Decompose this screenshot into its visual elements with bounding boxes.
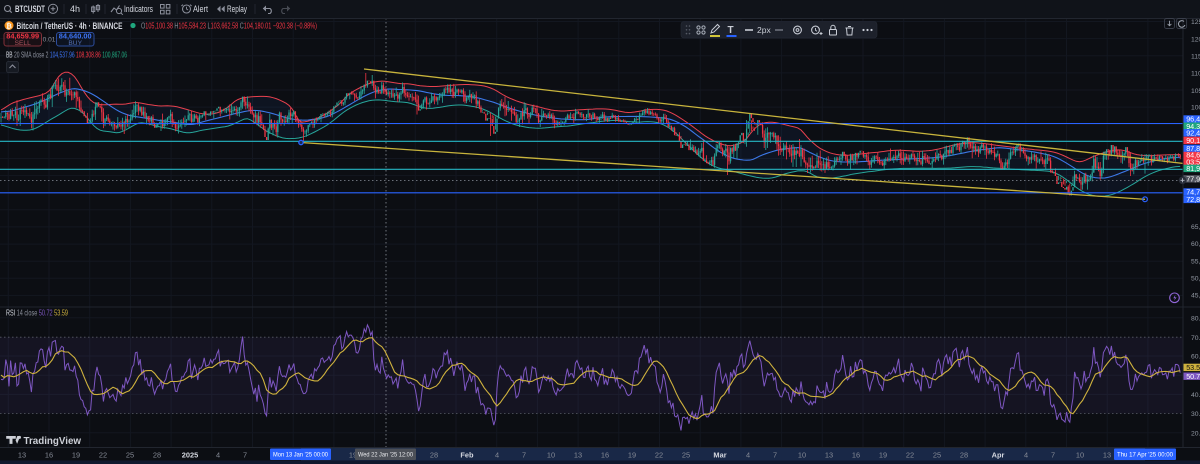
svg-text:125,000: 125,000: [1191, 19, 1200, 26]
svg-text:16: 16: [601, 450, 609, 459]
svg-text:50,000: 50,000: [1191, 275, 1200, 282]
svg-text:70.00: 70.00: [1191, 335, 1200, 342]
svg-text:100,000: 100,000: [1191, 104, 1200, 111]
svg-text:50.72: 50.72: [1186, 372, 1200, 381]
svg-text:16: 16: [45, 450, 53, 459]
svg-text:Replay: Replay: [227, 4, 247, 14]
svg-text:105,000: 105,000: [1191, 88, 1200, 95]
svg-text:13: 13: [574, 450, 582, 459]
svg-text:0.01: 0.01: [43, 37, 56, 44]
svg-text:7: 7: [773, 450, 777, 459]
svg-text:SELL: SELL: [15, 40, 31, 47]
svg-text:2px: 2px: [757, 25, 771, 35]
svg-text:25: 25: [933, 450, 941, 459]
svg-text:19: 19: [72, 450, 80, 459]
svg-text:TradingView: TradingView: [24, 436, 82, 447]
svg-text:115,000: 115,000: [1191, 54, 1200, 61]
svg-text:Bitcoin / TetherUS · 4h · BINA: Bitcoin / TetherUS · 4h · BINANCE: [17, 21, 123, 32]
svg-text:Mon 13 Jan '25 00:00: Mon 13 Jan '25 00:00: [273, 452, 328, 459]
svg-text:53.59: 53.59: [1186, 363, 1200, 372]
svg-text:13: 13: [825, 450, 833, 459]
svg-text:72,87: 72,87: [1186, 195, 1200, 204]
svg-text:BUY: BUY: [68, 40, 82, 47]
svg-text:25: 25: [682, 450, 690, 459]
svg-text:28: 28: [430, 450, 438, 459]
svg-text:2025: 2025: [182, 450, 198, 459]
svg-text:120,000: 120,000: [1191, 36, 1200, 43]
svg-text:7: 7: [1051, 450, 1055, 459]
svg-text:77,95: 77,95: [1186, 174, 1200, 183]
svg-text:13: 13: [1103, 450, 1111, 459]
svg-text:60,000: 60,000: [1191, 241, 1200, 248]
svg-text:4: 4: [746, 450, 750, 459]
svg-text:BB 20 SMA close 2 104,537.96: BB 20 SMA close 2 104,537.96 108,308.86 …: [6, 50, 127, 59]
svg-text:10: 10: [547, 450, 555, 459]
svg-text:4: 4: [216, 450, 220, 459]
svg-text:20.00: 20.00: [1191, 430, 1200, 437]
svg-text:65,000: 65,000: [1191, 224, 1200, 231]
svg-text:RSI 14 close 50.72 53.59: RSI 14 close 50.72 53.59: [6, 309, 68, 318]
svg-text:4: 4: [495, 450, 499, 459]
svg-text:22: 22: [99, 450, 107, 459]
svg-text:Mar: Mar: [713, 450, 726, 459]
svg-text:10: 10: [1076, 450, 1084, 459]
svg-text:110,000: 110,000: [1191, 71, 1200, 78]
svg-text:4: 4: [1024, 450, 1028, 459]
svg-text:80.00: 80.00: [1191, 315, 1200, 322]
svg-text:₿: ₿: [6, 22, 12, 30]
svg-text:T: T: [728, 25, 734, 36]
svg-text:55,000: 55,000: [1191, 258, 1200, 265]
svg-text:7: 7: [522, 450, 526, 459]
svg-text:19: 19: [628, 450, 636, 459]
svg-text:7: 7: [243, 450, 247, 459]
svg-text:22: 22: [906, 450, 914, 459]
svg-text:22: 22: [655, 450, 663, 459]
svg-text:19: 19: [879, 450, 887, 459]
svg-text:Apr: Apr: [992, 450, 1005, 459]
svg-text:O105,100.38 H105,584.23 L103: O105,100.38 H105,584.23 L103,662.58 C104…: [141, 22, 317, 31]
svg-text:4h: 4h: [70, 4, 80, 14]
svg-text:BTCUSDT: BTCUSDT: [15, 4, 45, 14]
svg-text:Feb: Feb: [460, 450, 474, 459]
svg-text:81,98: 81,98: [1186, 164, 1200, 173]
svg-text:28: 28: [153, 450, 161, 459]
svg-text:25: 25: [126, 450, 134, 459]
svg-text:13: 13: [18, 450, 26, 459]
svg-text:40.00: 40.00: [1191, 392, 1200, 399]
svg-text:Alert: Alert: [193, 4, 208, 14]
svg-text:Thu 17 Apr '25 00:00: Thu 17 Apr '25 00:00: [1117, 452, 1173, 459]
svg-text:Indicators: Indicators: [124, 4, 153, 14]
svg-text:60.00: 60.00: [1191, 354, 1200, 361]
svg-text:30.00: 30.00: [1191, 411, 1200, 418]
svg-text:45,000: 45,000: [1191, 293, 1200, 300]
svg-text:16: 16: [852, 450, 860, 459]
svg-text:10: 10: [798, 450, 806, 459]
svg-text:Wed 22 Jan '25 12:00: Wed 22 Jan '25 12:00: [358, 452, 413, 459]
svg-text:28: 28: [960, 450, 968, 459]
